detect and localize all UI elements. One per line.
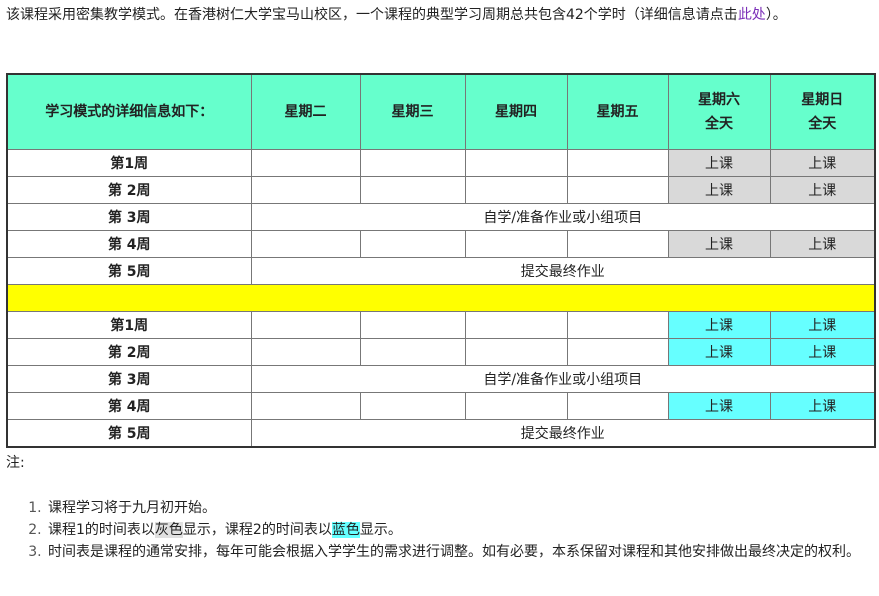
empty-cell	[250, 149, 361, 177]
table-row: 第 2周 上课 上课	[6, 338, 876, 366]
class-cell: 上课	[769, 311, 876, 339]
table-row: 第 4周 上课 上课	[6, 230, 876, 258]
empty-cell	[359, 392, 466, 420]
table-row: 第1周 上课 上课	[6, 149, 876, 177]
week-label: 第 2周	[6, 338, 252, 366]
week-label: 第 3周	[6, 365, 252, 393]
grey-highlight: 灰色	[154, 522, 183, 538]
header-sunday-line1: 星期日	[801, 92, 844, 108]
self-study-cell: 自学/准备作业或小组项目	[250, 203, 876, 231]
submit-cell: 提交最终作业	[250, 257, 876, 285]
separator-cell	[6, 284, 876, 312]
empty-cell	[359, 230, 466, 258]
class-cell: 上课	[769, 338, 876, 366]
header-sunday: 星期日 全天	[769, 73, 876, 150]
empty-cell	[566, 149, 669, 177]
week-label: 第 5周	[6, 257, 252, 285]
class-cell: 上课	[769, 176, 876, 204]
week-label: 第1周	[6, 311, 252, 339]
empty-cell	[464, 338, 568, 366]
empty-cell	[250, 176, 361, 204]
blue-highlight: 蓝色	[331, 522, 360, 538]
week-label: 第1周	[6, 149, 252, 177]
empty-cell	[359, 338, 466, 366]
header-saturday: 星期六 全天	[667, 73, 771, 150]
schedule-table: 学习模式的详细信息如下： 星期二 星期三 星期四 星期五 星期六全天 星期日全天…	[6, 73, 876, 448]
table-row: 第1周 上课 上课	[6, 311, 876, 339]
header-saturday-line1: 星期六	[698, 92, 740, 108]
note-item-2-text: 课程1的时间表以	[48, 522, 155, 538]
empty-cell	[566, 392, 669, 420]
intro-paragraph: 该课程采用密集教学模式。在香港树仁大学宝马山校区，一个课程的典型学习周期总共包含…	[6, 4, 872, 26]
class-cell: 上课	[769, 149, 876, 177]
week-label: 第 3周	[6, 203, 252, 231]
empty-cell	[250, 230, 361, 258]
header-friday: 星期五	[566, 73, 669, 150]
class-cell: 上课	[667, 149, 771, 177]
header-sunday-line2: 全天	[808, 116, 837, 132]
header-saturday-line2: 全天	[705, 116, 733, 132]
table-row: 第 4周 上课 上课	[6, 392, 876, 420]
empty-cell	[566, 338, 669, 366]
empty-cell	[250, 338, 361, 366]
submit-cell: 提交最终作业	[250, 419, 876, 448]
empty-cell	[250, 311, 361, 339]
empty-cell	[359, 149, 466, 177]
week-label: 第 4周	[6, 230, 252, 258]
empty-cell	[464, 311, 568, 339]
table-row: 第 3周 自学/准备作业或小组项目	[6, 365, 876, 393]
empty-cell	[359, 176, 466, 204]
empty-cell	[464, 149, 568, 177]
class-cell: 上课	[667, 392, 771, 420]
self-study-cell: 自学/准备作业或小组项目	[250, 365, 876, 393]
course-separator-row	[6, 284, 876, 312]
table-row: 第 2周 上课 上课	[6, 176, 876, 204]
note-item-2-text: 显示。	[359, 522, 402, 538]
notes-list: 课程学习将于九月初开始。 课程1的时间表以灰色显示，课程2的时间表以蓝色显示。 …	[6, 497, 872, 563]
empty-cell	[566, 311, 669, 339]
empty-cell	[359, 311, 466, 339]
class-cell: 上课	[769, 392, 876, 420]
empty-cell	[464, 392, 568, 420]
table-row: 第 5周 提交最终作业	[6, 257, 876, 285]
details-link[interactable]: 此处	[738, 7, 766, 23]
header-wednesday: 星期三	[359, 73, 466, 150]
intro-text-end: ）。	[765, 7, 787, 23]
empty-cell	[250, 392, 361, 420]
table-row: 第 5周 提交最终作业	[6, 419, 876, 448]
note-item-1: 课程学习将于九月初开始。	[46, 497, 872, 519]
header-thursday: 星期四	[464, 73, 568, 150]
header-study-mode: 学习模式的详细信息如下：	[6, 73, 252, 150]
header-tuesday: 星期二	[250, 73, 361, 150]
class-cell: 上课	[769, 230, 876, 258]
note-item-3: 时间表是课程的通常安排，每年可能会根据入学学生的需求进行调整。如有必要，本系保留…	[46, 541, 872, 563]
notes-label: 注:	[6, 455, 25, 471]
empty-cell	[566, 176, 669, 204]
empty-cell	[464, 230, 568, 258]
intro-text: 该课程采用密集教学模式。在香港树仁大学宝马山校区，一个课程的典型学习周期总共包含…	[6, 7, 738, 23]
table-row: 第 3周 自学/准备作业或小组项目	[6, 203, 876, 231]
week-label: 第 4周	[6, 392, 252, 420]
empty-cell	[566, 230, 669, 258]
note-item-2-text: 显示，课程2的时间表以	[182, 522, 332, 538]
week-label: 第 5周	[6, 419, 252, 448]
class-cell: 上课	[667, 230, 771, 258]
class-cell: 上课	[667, 176, 771, 204]
table-header-row: 学习模式的详细信息如下： 星期二 星期三 星期四 星期五 星期六全天 星期日全天	[6, 73, 876, 150]
note-item-2: 课程1的时间表以灰色显示，课程2的时间表以蓝色显示。	[46, 519, 872, 541]
class-cell: 上课	[667, 338, 771, 366]
class-cell: 上课	[667, 311, 771, 339]
empty-cell	[464, 176, 568, 204]
week-label: 第 2周	[6, 176, 252, 204]
